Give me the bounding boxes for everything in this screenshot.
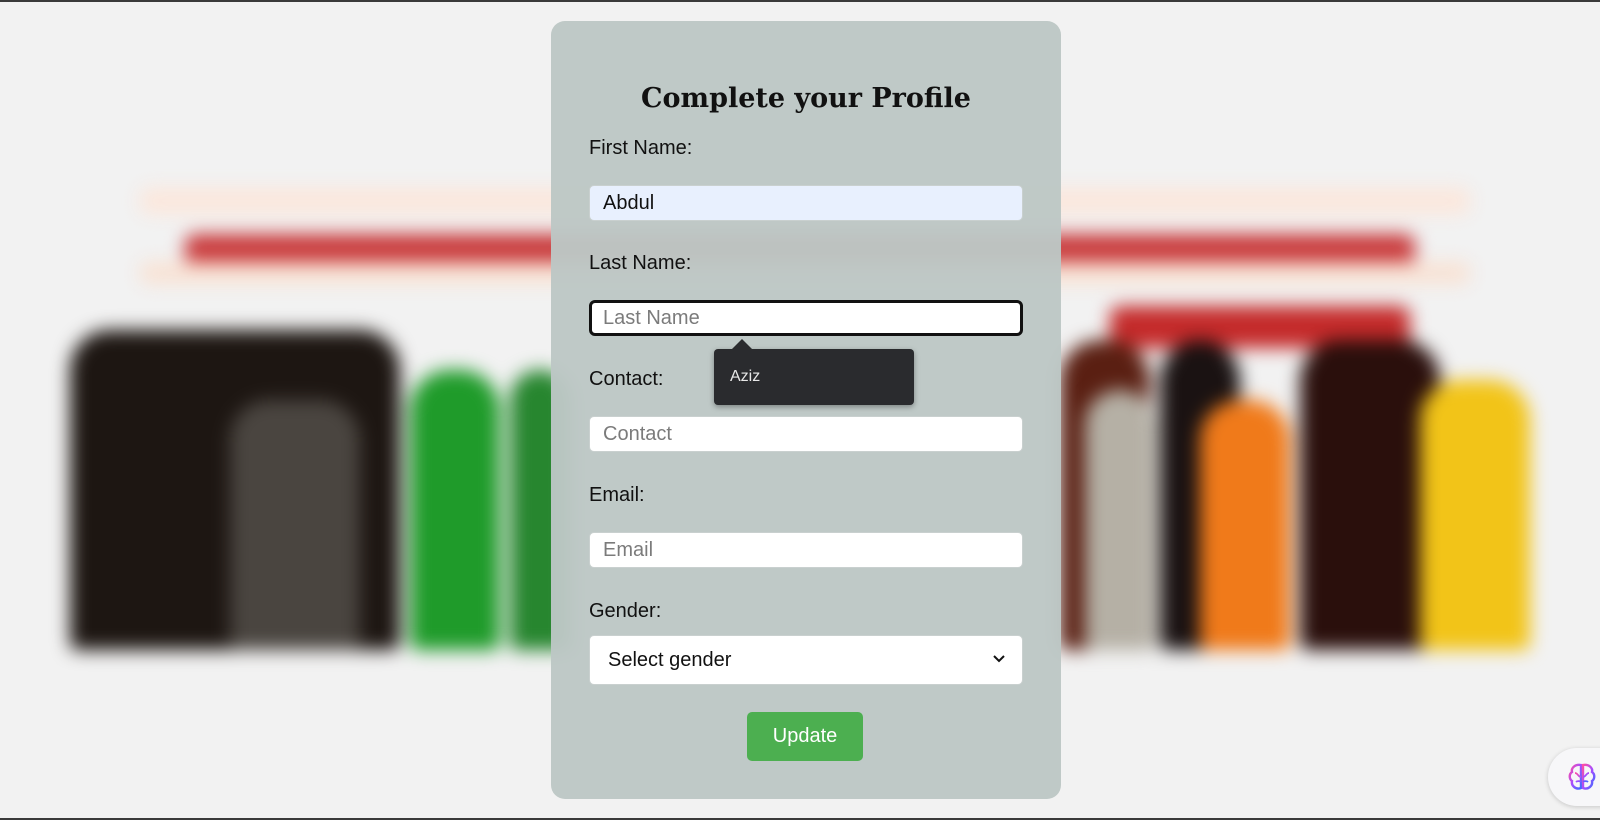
first-name-label: First Name: xyxy=(589,137,693,159)
form-title: Complete your Profile xyxy=(641,83,971,114)
email-label: Email: xyxy=(589,484,645,506)
top-border xyxy=(0,0,1600,2)
update-button[interactable]: Update xyxy=(747,712,863,761)
brain-icon xyxy=(1568,763,1596,790)
last-name-input[interactable] xyxy=(589,300,1023,336)
tooltip-arrow xyxy=(732,339,752,349)
email-input[interactable] xyxy=(589,532,1023,568)
gender-label: Gender: xyxy=(589,600,662,622)
gender-select-value: Select gender xyxy=(608,649,732,671)
last-name-label: Last Name: xyxy=(589,252,692,274)
gender-select[interactable]: Select gender xyxy=(589,635,1023,685)
contact-input[interactable] xyxy=(589,416,1023,452)
assistant-button[interactable] xyxy=(1548,748,1600,806)
chevron-down-icon xyxy=(993,655,1005,663)
contact-label: Contact: xyxy=(589,368,664,390)
autofill-suggestion-popup[interactable]: Aziz xyxy=(714,339,914,405)
profile-form-card: Complete your Profile First Name: Last N… xyxy=(551,21,1061,799)
first-name-input[interactable] xyxy=(589,185,1023,221)
autofill-suggestion-item[interactable]: Aziz xyxy=(730,368,760,386)
